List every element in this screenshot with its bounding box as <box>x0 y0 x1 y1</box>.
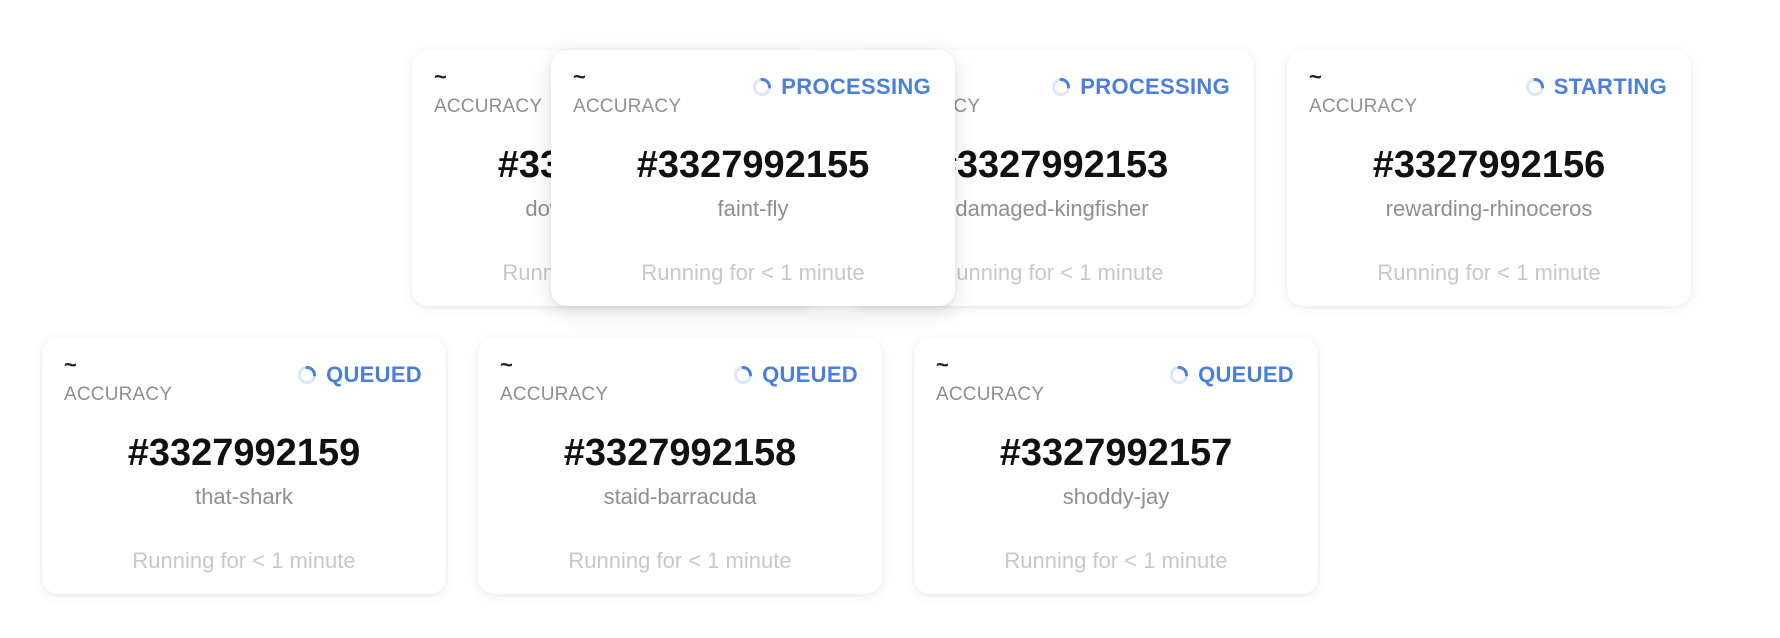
run-duration: Running for < 1 minute <box>641 260 865 285</box>
run-name: rewarding-rhinoceros <box>1385 196 1593 221</box>
run-duration: Running for < 1 minute <box>1004 548 1228 573</box>
status-label: PROCESSING <box>781 74 931 99</box>
run-id: #3327992155 <box>636 144 870 186</box>
run-name: that-shark <box>195 484 293 509</box>
run-name: staid-barracuda <box>603 484 757 509</box>
run-name: shoddy-jay <box>1062 484 1170 509</box>
status-badge: QUEUED <box>297 362 422 388</box>
status-badge: PROCESSING <box>1051 74 1230 100</box>
run-cards-board: ~ ACCURACY #3327992154 downy-nightingale… <box>0 0 1780 638</box>
metric-value: ~ <box>936 352 949 377</box>
run-duration: Running for < 1 minute <box>1377 260 1601 285</box>
run-duration: Running for < 1 minute <box>132 548 356 573</box>
metric-value: ~ <box>434 64 447 89</box>
metric-value: ~ <box>500 352 513 377</box>
status-badge: QUEUED <box>733 362 858 388</box>
run-card[interactable]: ~ ACCURACY STARTING #3327992156 rewardin… <box>1287 50 1691 306</box>
status-badge: STARTING <box>1525 74 1667 100</box>
run-id: #3327992158 <box>563 432 797 474</box>
status-badge: QUEUED <box>1169 362 1294 388</box>
loading-spinner-icon <box>734 366 753 384</box>
run-card[interactable]: ~ ACCURACY QUEUED #3327992157 shoddy-jay… <box>914 338 1318 594</box>
run-id: #3327992157 <box>999 432 1233 474</box>
run-duration: Running for < 1 minute <box>568 548 792 573</box>
loading-spinner-icon <box>1052 78 1071 96</box>
loading-spinner-icon <box>753 78 772 96</box>
metric-label: ACCURACY <box>500 384 609 405</box>
status-label: QUEUED <box>326 362 422 387</box>
metric-label: ACCURACY <box>573 96 682 117</box>
metric-value: ~ <box>64 352 77 377</box>
metric-label: ACCURACY <box>936 384 1045 405</box>
run-card[interactable]: ~ ACCURACY QUEUED #3327992158 staid-barr… <box>478 338 882 594</box>
run-id: #3327992156 <box>1372 144 1606 186</box>
metric-label: ACCURACY <box>434 96 543 117</box>
status-label: QUEUED <box>1198 362 1294 387</box>
run-card[interactable]: ~ ACCURACY QUEUED #3327992159 that-shark… <box>42 338 446 594</box>
run-card-dragging[interactable]: ~ ACCURACY PROCESSING #3327992155 faint-… <box>551 50 955 306</box>
metric-label: ACCURACY <box>1309 96 1418 117</box>
metric-value: ~ <box>573 64 586 89</box>
loading-spinner-icon <box>298 366 317 384</box>
run-name: faint-fly <box>717 196 789 221</box>
status-label: QUEUED <box>762 362 858 387</box>
run-id: #3327992159 <box>127 432 361 474</box>
metric-label: ACCURACY <box>64 384 173 405</box>
status-label: PROCESSING <box>1080 74 1230 99</box>
status-label: STARTING <box>1553 74 1667 99</box>
metric-value: ~ <box>1309 64 1322 89</box>
loading-spinner-icon <box>1525 78 1544 96</box>
loading-spinner-icon <box>1170 366 1189 384</box>
status-badge: PROCESSING <box>752 74 931 100</box>
